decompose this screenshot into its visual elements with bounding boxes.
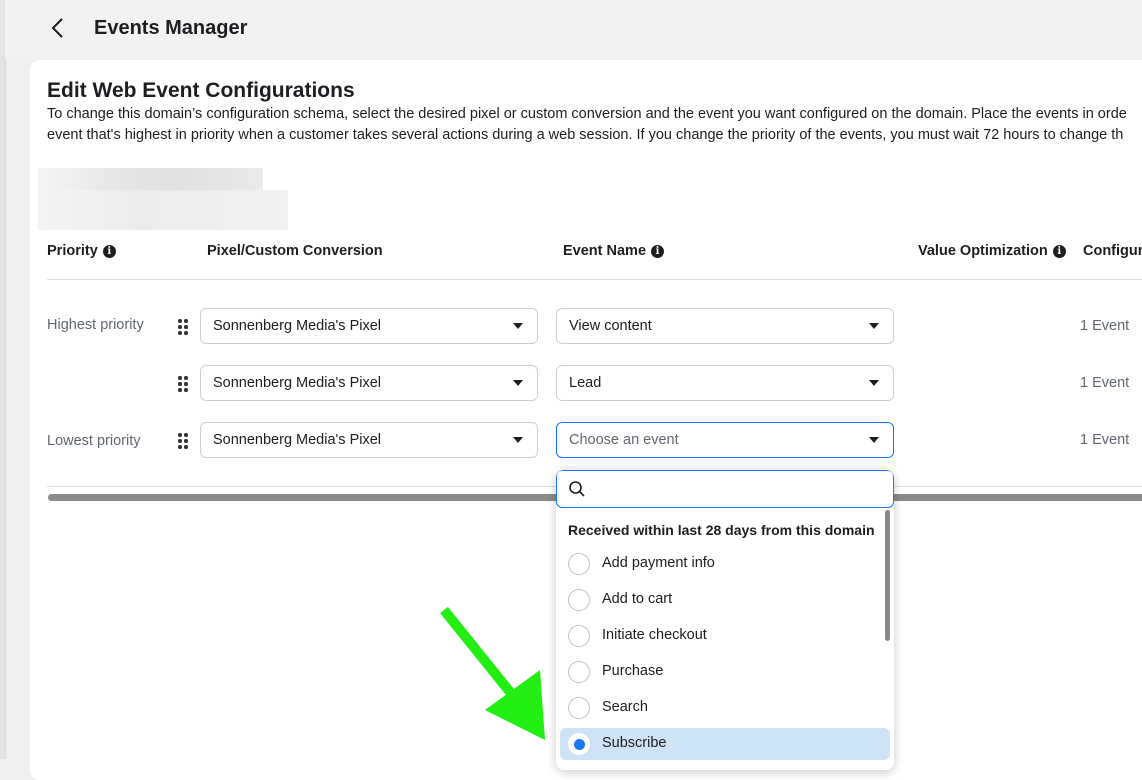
event-option[interactable]: Search <box>560 692 890 724</box>
radio-button[interactable] <box>568 661 590 683</box>
header-configured-label: Configur <box>1083 243 1142 259</box>
info-icon[interactable]: i <box>651 244 665 258</box>
caret-down-icon <box>869 323 879 329</box>
search-icon <box>569 481 585 497</box>
page-title: Edit Web Event Configurations <box>47 79 355 102</box>
header-pixel: Pixel/Custom Conversion <box>207 243 383 259</box>
event-option[interactable]: Add to cart <box>560 584 890 616</box>
event-count: 1 Event <box>1080 432 1130 448</box>
header-event: Event Name i <box>563 243 665 259</box>
header-priority-label: Priority <box>47 243 98 259</box>
header-value-optimization-label: Value Optimization <box>918 243 1048 259</box>
radio-button-checked[interactable] <box>568 733 590 755</box>
pixel-select-value: Sonnenberg Media's Pixel <box>213 375 382 391</box>
drag-handle-icon[interactable] <box>178 433 190 449</box>
event-select-value: View content <box>569 318 652 334</box>
back-button[interactable] <box>45 14 73 42</box>
event-count: 1 Event <box>1080 375 1130 391</box>
event-option-label: Add payment info <box>602 555 715 571</box>
pixel-select[interactable]: Sonnenberg Media's Pixel <box>200 308 538 344</box>
page-description: To change this domain’s configuration sc… <box>47 104 1127 146</box>
dropdown-section-title: Received within last 28 days from this d… <box>568 522 875 538</box>
radio-button[interactable] <box>568 625 590 647</box>
info-icon[interactable]: i <box>102 244 116 258</box>
row-priority-label: Highest priority <box>47 317 144 333</box>
event-option[interactable]: Add payment info <box>560 548 890 580</box>
event-select[interactable]: Lead <box>556 365 894 401</box>
header-event-label: Event Name <box>563 243 647 259</box>
app-title: Events Manager <box>94 17 248 39</box>
radio-button[interactable] <box>568 553 590 575</box>
event-option-selected[interactable]: Subscribe <box>560 728 890 760</box>
header-pixel-label: Pixel/Custom Conversion <box>207 243 383 259</box>
redacted-domain-detail <box>38 190 288 230</box>
header-value-optimization: Value Optimization i <box>918 243 1066 259</box>
caret-down-icon <box>513 380 523 386</box>
caret-down-icon <box>513 437 523 443</box>
row-priority-label: Lowest priority <box>47 433 141 449</box>
event-select-placeholder: Choose an event <box>569 432 679 448</box>
caret-down-icon <box>869 437 879 443</box>
event-search-field[interactable] <box>556 470 894 508</box>
event-option[interactable]: Initiate checkout <box>560 620 890 652</box>
drag-handle-icon[interactable] <box>178 376 190 392</box>
green-arrow-annotation-icon <box>440 606 545 740</box>
info-icon[interactable]: i <box>1052 244 1066 258</box>
drag-handle-icon[interactable] <box>178 319 190 335</box>
window-edge <box>0 0 6 759</box>
event-option-label: Subscribe <box>602 735 667 751</box>
event-select[interactable]: View content <box>556 308 894 344</box>
redacted-domain <box>38 168 263 190</box>
event-option[interactable]: Purchase <box>560 656 890 688</box>
caret-down-icon <box>869 380 879 386</box>
pixel-select[interactable]: Sonnenberg Media's Pixel <box>200 422 538 458</box>
pixel-select-value: Sonnenberg Media's Pixel <box>213 318 382 334</box>
event-search-input[interactable] <box>591 477 885 503</box>
event-option-label: Add to cart <box>602 591 673 607</box>
caret-down-icon <box>513 323 523 329</box>
event-option-label: Purchase <box>602 663 664 679</box>
description-line-1: To change this domain’s configuration sc… <box>47 106 1127 122</box>
header-priority: Priority i <box>47 243 116 259</box>
pixel-select[interactable]: Sonnenberg Media's Pixel <box>200 365 538 401</box>
event-option-label: Search <box>602 699 648 715</box>
event-count: 1 Event <box>1080 318 1130 334</box>
event-dropdown-menu: Received within last 28 days from this d… <box>556 470 894 770</box>
event-option-label: Initiate checkout <box>602 627 707 643</box>
radio-button[interactable] <box>568 697 590 719</box>
top-bar: Events Manager <box>5 0 1142 58</box>
header-divider <box>47 279 1142 280</box>
radio-button[interactable] <box>568 589 590 611</box>
pixel-select-value: Sonnenberg Media's Pixel <box>213 432 382 448</box>
header-configured: Configur <box>1083 243 1142 259</box>
event-select-value: Lead <box>569 375 602 391</box>
chevron-left-icon <box>51 18 63 38</box>
description-line-2: event that's highest in priority when a … <box>47 127 1124 143</box>
event-select[interactable]: Choose an event <box>556 422 894 458</box>
